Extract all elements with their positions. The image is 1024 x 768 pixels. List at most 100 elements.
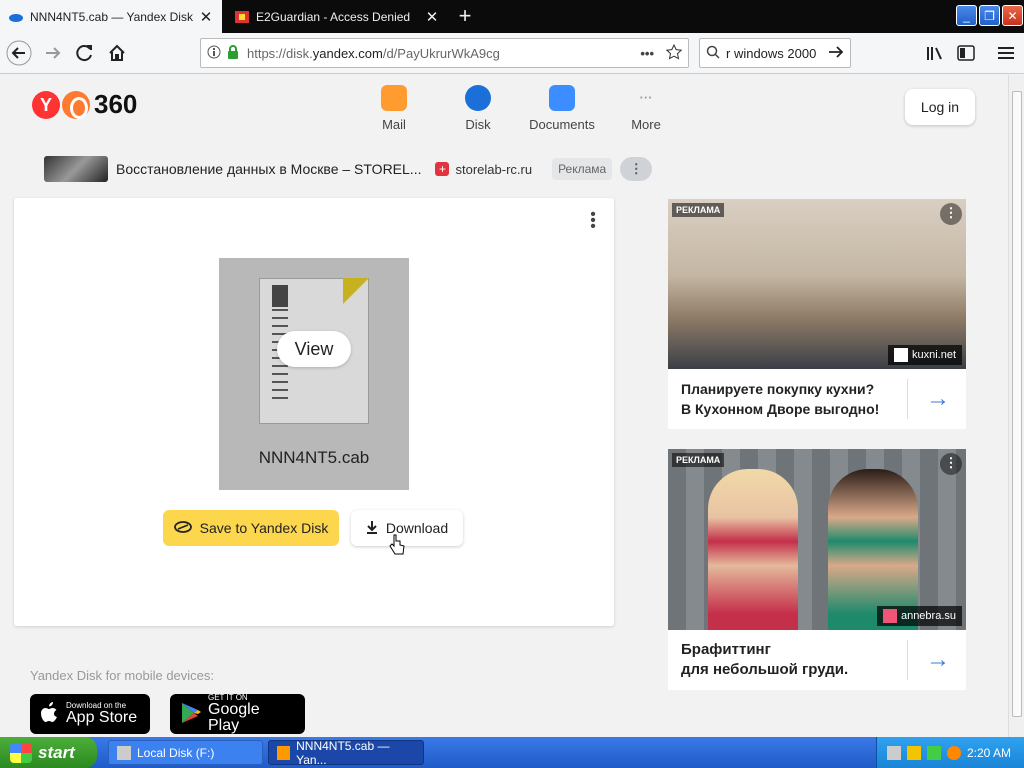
tab-close-icon[interactable]: ✕ bbox=[424, 8, 440, 26]
google-play-icon bbox=[180, 701, 202, 728]
site-info-icon[interactable] bbox=[207, 45, 221, 62]
save-to-disk-button[interactable]: Save to Yandex Disk bbox=[163, 510, 339, 546]
file-card: • • • View NNN4NT5.cab Save to Yandex Disk… bbox=[14, 198, 614, 626]
browser-tab-bar: NNN4NT5.cab — Yandex Disk ✕ E2Guardian -… bbox=[0, 0, 1024, 33]
bookmark-star-icon[interactable] bbox=[665, 43, 683, 63]
navigation-bar: https://disk.yandex.com/d/PayUkrurWkA9cg… bbox=[0, 33, 1024, 74]
ad-more-icon[interactable]: ⋮ bbox=[940, 453, 962, 475]
app-store-big: App Store bbox=[66, 709, 138, 726]
taskbar-item-firefox[interactable]: NNN4NT5.cab — Yan... bbox=[268, 738, 424, 767]
taskbar: start Local Disk (F:) NNN4NT5.cab — Yan.… bbox=[0, 737, 1024, 768]
nav-disk[interactable]: Disk bbox=[436, 85, 520, 132]
yandex-360-logo[interactable]: Y 360 bbox=[32, 89, 137, 120]
nav-mail-label: Mail bbox=[382, 117, 406, 132]
google-play-badge[interactable]: GET IT ON Google Play bbox=[170, 694, 305, 734]
tab-e2guardian[interactable]: E2Guardian - Access Denied ✕ bbox=[226, 0, 448, 33]
mail-icon bbox=[381, 85, 407, 111]
reload-icon[interactable] bbox=[70, 38, 100, 68]
sidebar-icon[interactable] bbox=[951, 38, 981, 68]
logo-number: 360 bbox=[94, 89, 138, 119]
tab-close-icon[interactable]: ✕ bbox=[198, 8, 214, 26]
ad-tag: Реклама bbox=[552, 158, 613, 180]
nav-documents[interactable]: Documents bbox=[520, 85, 604, 132]
google-play-big: Google Play bbox=[208, 701, 260, 734]
ad-label: РЕКЛАМА bbox=[672, 453, 725, 467]
app-store-badge[interactable]: Download on the App Store bbox=[30, 694, 150, 734]
url-path: /d/PayUkrurWkA9cg bbox=[382, 45, 500, 61]
minimize-icon[interactable]: _ bbox=[956, 5, 977, 26]
disk-icon bbox=[465, 85, 491, 111]
search-bar[interactable]: r windows 2000 bbox=[699, 38, 851, 68]
ad-domain[interactable]: + storelab-rc.ru bbox=[435, 162, 532, 177]
start-button[interactable]: start bbox=[0, 737, 97, 768]
ad-options-button[interactable]: ⋮ bbox=[620, 157, 653, 181]
ad-arrow-icon[interactable]: → bbox=[926, 648, 950, 672]
ad-card-lingerie[interactable]: РЕКЛАМА ⋮ annebra.su Брафиттинг для небо… bbox=[668, 449, 966, 690]
page-actions-icon[interactable]: ••• bbox=[640, 46, 654, 61]
ad-line-2: В Кухонном Дворе выгодно! bbox=[681, 401, 880, 417]
ad-line-2: для небольшой груди. bbox=[681, 661, 849, 678]
ad-text[interactable]: Планируете покупку кухни? В Кухонном Дво… bbox=[668, 369, 966, 429]
view-button[interactable]: View bbox=[277, 331, 351, 367]
download-button[interactable]: Download bbox=[351, 510, 463, 546]
ad-image-lingerie[interactable]: РЕКЛАМА ⋮ annebra.su bbox=[668, 449, 966, 630]
ad-source[interactable]: annebra.su bbox=[876, 606, 962, 626]
search-tray-icon[interactable] bbox=[947, 745, 961, 760]
login-button[interactable]: Log in bbox=[905, 89, 975, 125]
ad-card-kitchen[interactable]: РЕКЛАМА ⋮ kuxni.net Планируете покупку к… bbox=[668, 199, 966, 429]
top-ad-line[interactable]: Восстановление данных в Москве – STOREL.… bbox=[44, 155, 664, 183]
ad-headline[interactable]: Восстановление данных в Москве – STOREL.… bbox=[116, 161, 421, 177]
new-tab-button[interactable]: + bbox=[452, 4, 478, 30]
search-go-icon[interactable] bbox=[828, 45, 844, 62]
kuxni-logo-icon bbox=[893, 348, 908, 362]
url-text[interactable]: https://disk.yandex.com/d/PayUkrurWkA9cg bbox=[247, 46, 640, 61]
yandex-disk-favicon-icon bbox=[8, 9, 24, 25]
taskbar-item-label: Local Disk (F:) bbox=[137, 745, 215, 760]
nav-documents-label: Documents bbox=[529, 117, 595, 132]
shield-icon[interactable] bbox=[907, 745, 921, 760]
url-bar[interactable]: https://disk.yandex.com/d/PayUkrurWkA9cg… bbox=[200, 38, 689, 68]
page-viewport: Y 360 Mail Disk Documents ··· More Log i… bbox=[0, 75, 1008, 737]
taskbar-item-label: NNN4NT5.cab — Yan... bbox=[296, 738, 390, 767]
start-label: start bbox=[38, 742, 75, 762]
network-icon[interactable] bbox=[927, 745, 941, 760]
window-controls: _ ❐ ✕ bbox=[955, 0, 1024, 31]
ad-arrow-icon[interactable]: → bbox=[926, 387, 950, 411]
download-icon bbox=[366, 520, 378, 537]
ad-plus-icon: + bbox=[435, 162, 450, 176]
close-window-icon[interactable]: ✕ bbox=[1002, 5, 1023, 26]
ad-image-kitchen[interactable]: РЕКЛАМА ⋮ kuxni.net bbox=[668, 199, 966, 369]
ad-label: РЕКЛАМА bbox=[672, 203, 725, 217]
tab-title: E2Guardian - Access Denied bbox=[256, 9, 411, 24]
library-icon[interactable] bbox=[920, 38, 950, 68]
menu-icon[interactable] bbox=[991, 38, 1021, 68]
e2guardian-favicon-icon bbox=[234, 9, 250, 25]
yandex-360-ring-icon bbox=[62, 90, 90, 119]
nav-mail[interactable]: Mail bbox=[352, 85, 436, 132]
save-label: Save to Yandex Disk bbox=[199, 520, 329, 536]
vertical-scrollbar[interactable] bbox=[1008, 75, 1024, 737]
file-preview[interactable]: View NNN4NT5.cab bbox=[219, 258, 409, 490]
taskbar-item-local-disk[interactable]: Local Disk (F:) bbox=[108, 740, 263, 765]
nav-more-label: More bbox=[631, 117, 661, 132]
ad-source[interactable]: kuxni.net bbox=[887, 345, 962, 365]
nav-more[interactable]: ··· More bbox=[604, 85, 688, 132]
restore-icon[interactable]: ❐ bbox=[979, 5, 1000, 26]
file-options-icon[interactable]: • • • bbox=[588, 207, 598, 235]
url-domain: yandex.com bbox=[312, 45, 383, 61]
tab-yandex-disk[interactable]: NNN4NT5.cab — Yandex Disk ✕ bbox=[0, 0, 222, 33]
keyboard-icon[interactable] bbox=[887, 745, 901, 760]
ad-more-icon[interactable]: ⋮ bbox=[940, 203, 962, 225]
search-input[interactable]: r windows 2000 bbox=[726, 46, 828, 61]
forward-icon[interactable] bbox=[38, 38, 68, 68]
more-dots-icon: ··· bbox=[639, 90, 653, 105]
home-icon[interactable] bbox=[102, 38, 132, 68]
services-nav: Mail Disk Documents ··· More bbox=[352, 85, 688, 132]
back-icon[interactable] bbox=[4, 38, 34, 68]
ad-text[interactable]: Брафиттинг для небольшой груди. → bbox=[668, 630, 966, 690]
scrollbar-thumb[interactable] bbox=[1012, 91, 1022, 717]
ad-thumbnail bbox=[44, 156, 108, 182]
url-prefix: https://disk. bbox=[247, 45, 313, 61]
ad-line-1: Брафиттинг bbox=[681, 641, 771, 658]
ad-source-text: annebra.su bbox=[900, 610, 956, 622]
